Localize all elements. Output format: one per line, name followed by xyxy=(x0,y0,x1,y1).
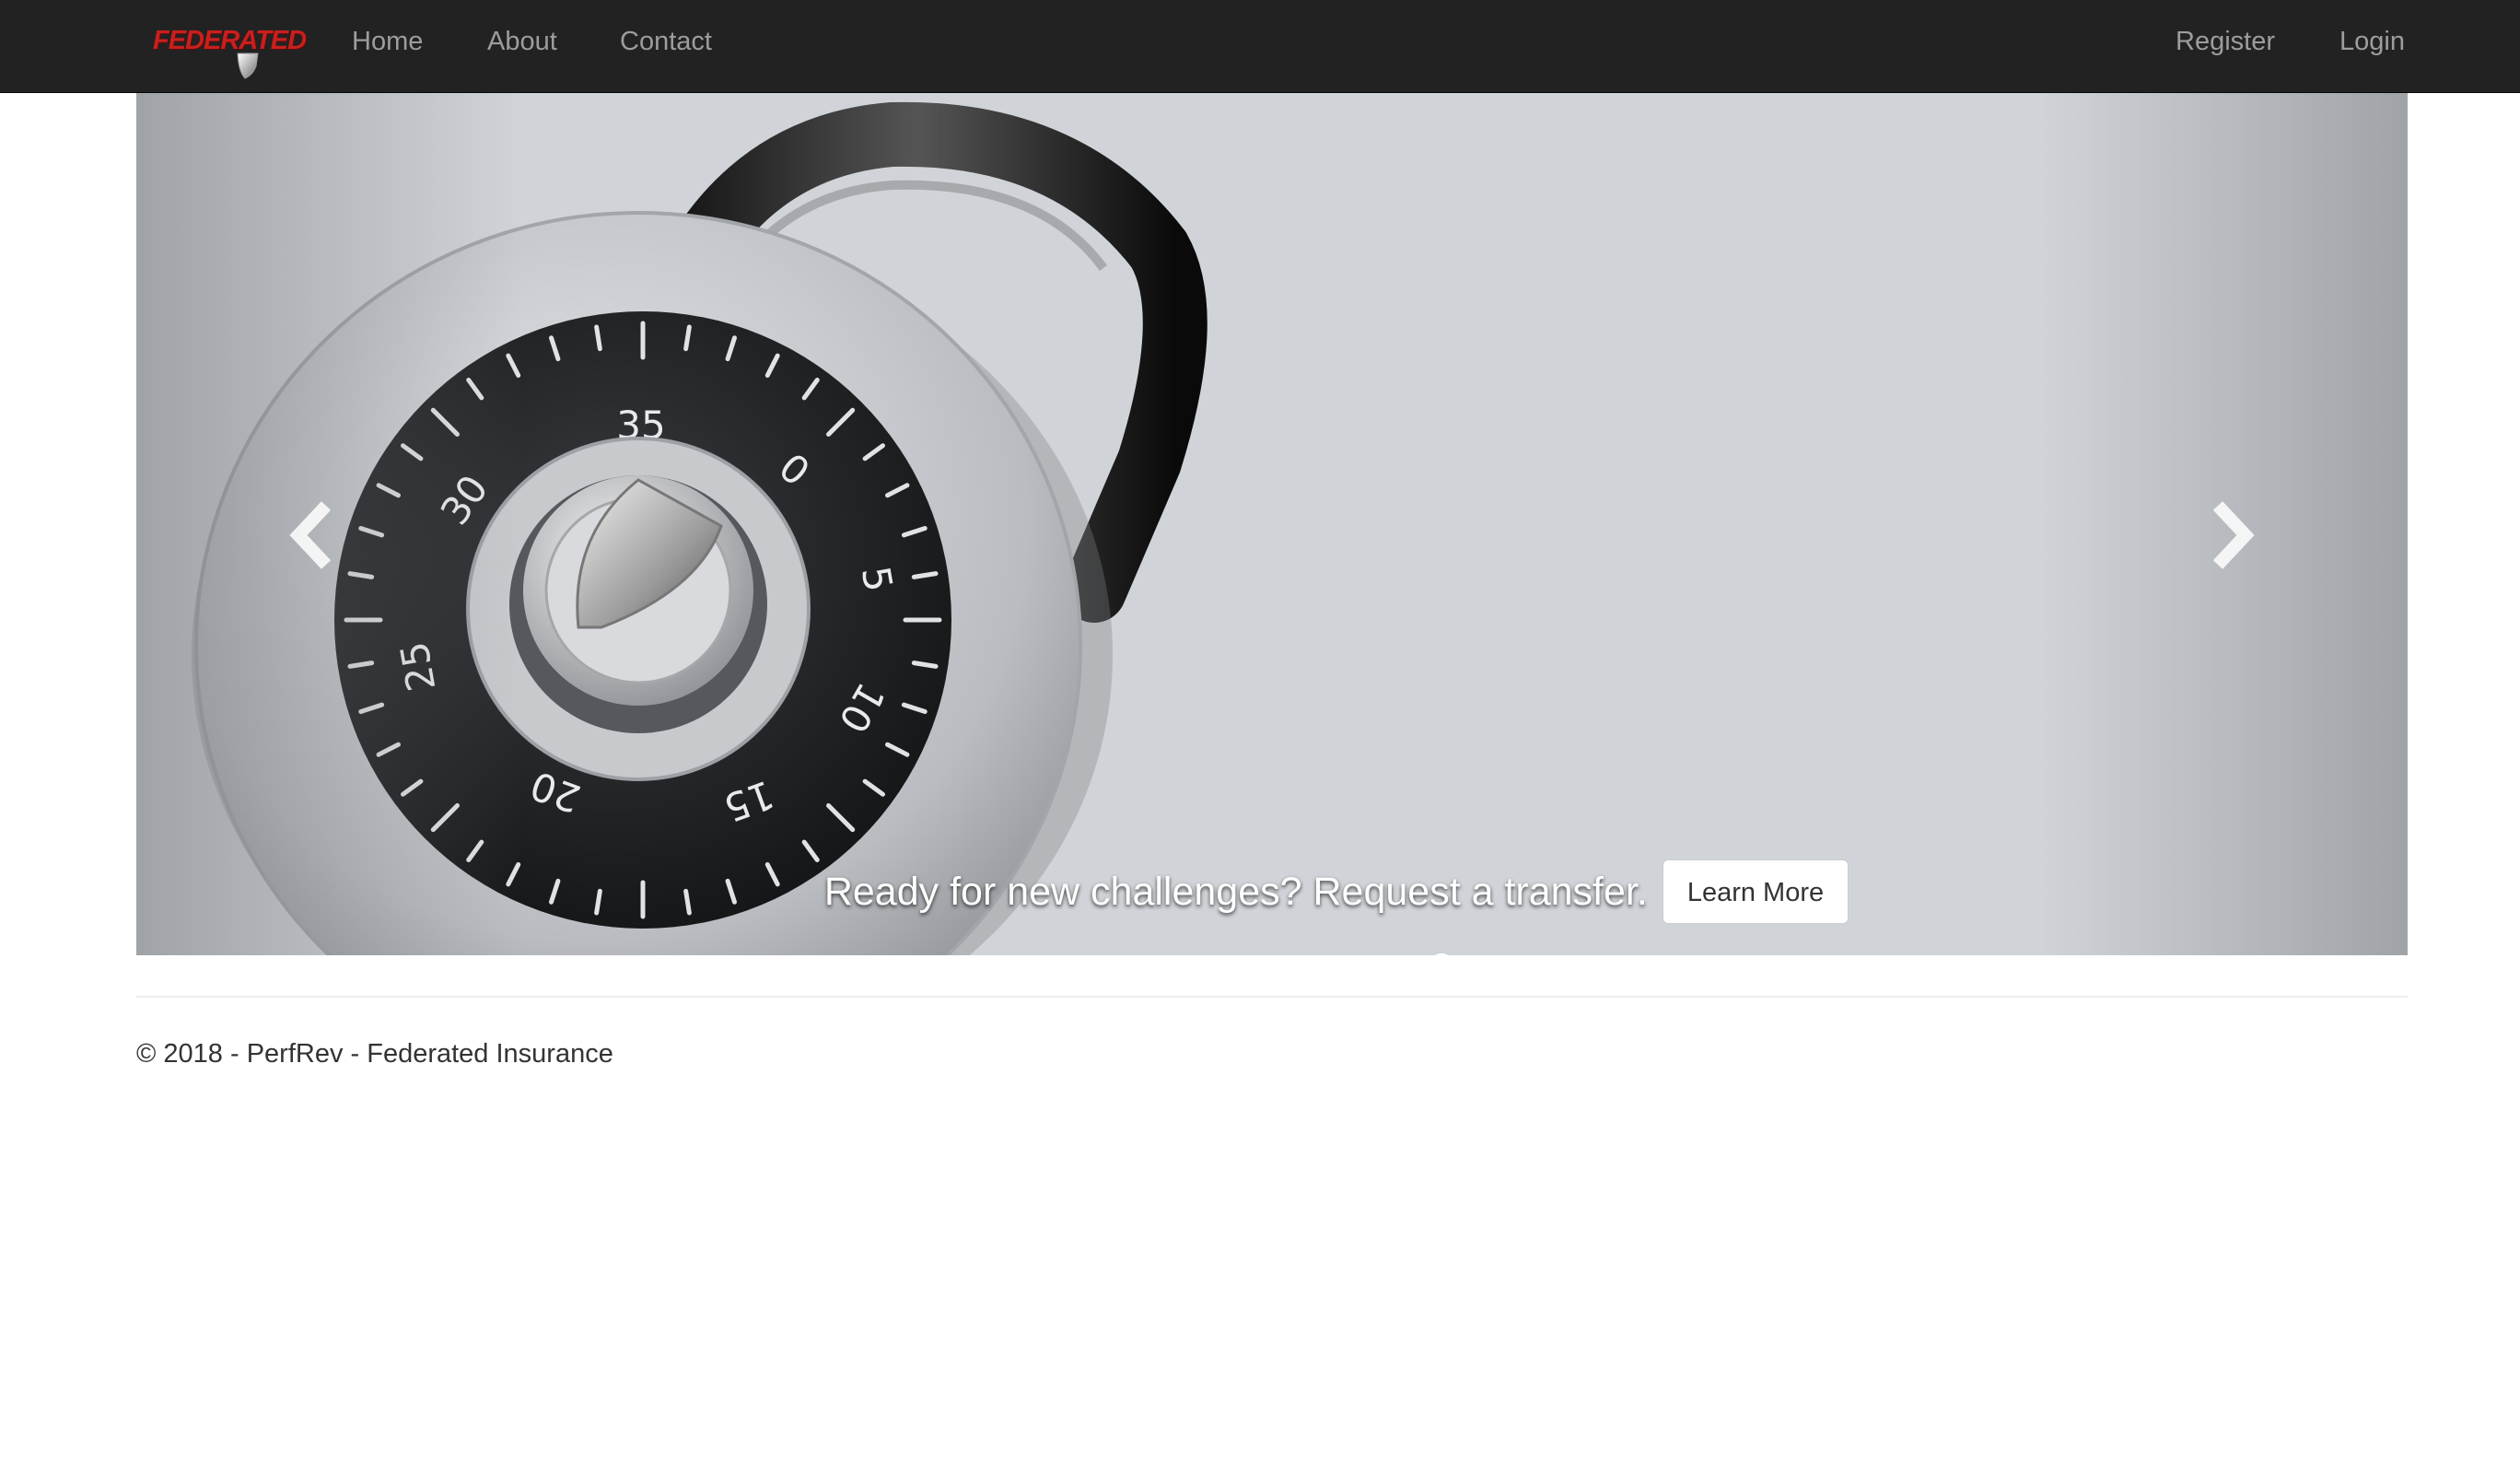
brand-logo-text: FEDERATED xyxy=(153,26,307,55)
shield-icon xyxy=(237,53,259,79)
nav-link-register[interactable]: Register xyxy=(2176,25,2275,58)
nav-link-contact[interactable]: Contact xyxy=(620,25,712,58)
carousel-caption: Ready for new challenges? Request a tran… xyxy=(136,859,2408,924)
nav-link-about[interactable]: About xyxy=(487,25,557,58)
hero-carousel: 35 0 5 10 15 20 25 30 Ready for new chal… xyxy=(136,93,2408,955)
footer-divider xyxy=(136,996,2408,998)
top-navbar: FEDERATED Home About Contact Register Lo… xyxy=(0,0,2520,93)
chevron-left-icon[interactable] xyxy=(282,498,346,572)
nav-link-home[interactable]: Home xyxy=(352,25,423,58)
learn-more-button[interactable]: Learn More xyxy=(1662,859,1849,924)
footer-copyright: © 2018 - PerfRev - Federated Insurance xyxy=(136,1039,613,1069)
nav-link-login[interactable]: Login xyxy=(2339,25,2405,58)
carousel-indicator-dot[interactable] xyxy=(1429,953,1453,955)
caption-text: Ready for new challenges? Request a tran… xyxy=(823,869,1648,914)
brand-logo[interactable]: FEDERATED xyxy=(147,18,307,79)
carousel-indicators xyxy=(1365,953,1459,955)
chevron-right-icon[interactable] xyxy=(2198,498,2262,572)
